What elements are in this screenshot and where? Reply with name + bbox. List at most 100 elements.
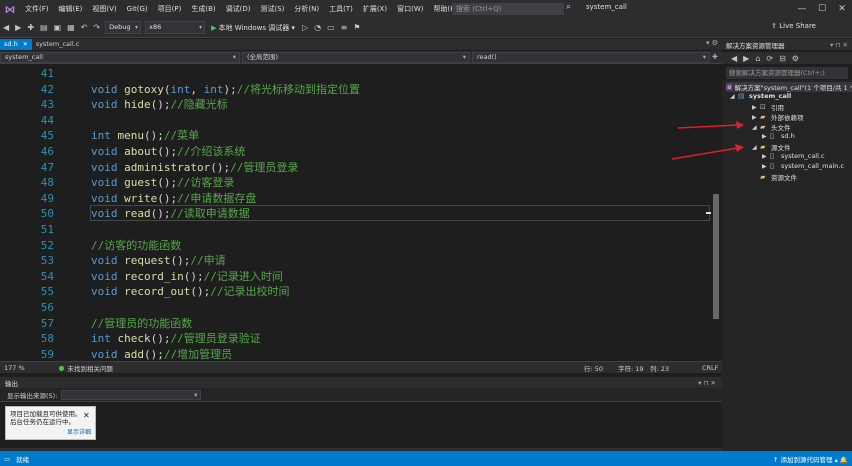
output-body[interactable] — [0, 402, 722, 448]
back-icon[interactable]: ◀ — [728, 54, 740, 63]
code-line[interactable]: void about();//介绍该系统 — [91, 144, 245, 160]
code-line[interactable]: void record_in();//记录进入时间 — [91, 269, 283, 285]
settings-icon[interactable]: ⚙ — [789, 54, 802, 63]
code-line[interactable]: void guest();//访客登录 — [91, 175, 234, 191]
close-icon[interactable]: ✕ — [832, 4, 852, 14]
tree-source-files[interactable]: ◢ ▰ 源文件 — [752, 142, 791, 152]
forward-icon[interactable]: ▶ — [12, 23, 24, 32]
eol-indicator[interactable]: CRLF — [702, 364, 718, 372]
live-share-button[interactable]: ⇪ Live Share — [771, 22, 816, 30]
bookmark-icon[interactable]: ⚑ — [350, 23, 363, 32]
menu-tools[interactable]: 工具(T) — [324, 4, 358, 14]
start-debugging-button[interactable]: ▶ 本地 Windows 调试器 ▾ — [207, 23, 299, 33]
tree-resource-files[interactable]: ▰ 资源文件 — [760, 172, 797, 182]
expanded-arrow-icon[interactable]: ◢ — [730, 93, 738, 100]
code-editor[interactable]: 41 42 void gotoxy(int, int);//将光标移动到指定位置 43… — [0, 64, 722, 361]
open-icon[interactable]: ▤ — [37, 23, 51, 32]
undo-icon[interactable]: ↶ — [78, 23, 91, 32]
code-line[interactable]: //访客的功能函数 — [91, 238, 181, 254]
folder-icon: ▰ — [760, 173, 766, 181]
zoom-level[interactable]: 177 % — [4, 364, 25, 372]
collapsed-arrow-icon[interactable]: ▶ — [762, 163, 770, 170]
expanded-arrow-icon[interactable]: ◢ — [752, 124, 760, 131]
tab-overflow-icon[interactable]: ▾ ⚙ — [706, 39, 718, 47]
run-without-debug-icon[interactable]: ▷ — [299, 23, 311, 32]
save-all-icon[interactable]: ▦ — [64, 23, 78, 32]
comment-icon[interactable]: ≡ — [338, 23, 351, 32]
tree-header-files[interactable]: ◢ ▰ 头文件 — [752, 122, 791, 132]
code-line[interactable]: void gotoxy(int, int);//将光标移动到指定位置 — [91, 82, 360, 98]
source-control-button[interactable]: ↑ 添加到源代码管理 ▴ 🔔 — [773, 454, 848, 464]
scrollbar-thumb[interactable] — [713, 194, 719, 319]
search-input[interactable]: 搜索 (Ctrl+Q) — [452, 3, 564, 15]
code-line[interactable]: //管理员的功能函数 — [91, 316, 192, 332]
search-icon[interactable]: ⌕ — [566, 2, 571, 12]
collapsed-arrow-icon[interactable]: ▶ — [752, 114, 760, 121]
menu-window[interactable]: 窗口(W) — [392, 4, 428, 14]
tab-system-call-c[interactable]: system_call.c — [32, 39, 84, 50]
code-line[interactable]: void request();//申请 — [91, 253, 226, 269]
visual-studio-logo-icon[interactable]: ⋈ — [0, 0, 20, 18]
menu-debug[interactable]: 调试(D) — [221, 4, 256, 14]
collapsed-arrow-icon[interactable]: ▶ — [752, 104, 760, 111]
menu-file[interactable]: 文件(F) — [20, 4, 54, 14]
member-dropdown[interactable]: read() ▾ — [472, 51, 710, 63]
panel-controls-icon[interactable]: ▾ ⊓ ✕ — [830, 41, 848, 49]
line-number: 53 — [40, 254, 54, 268]
new-item-icon[interactable]: ✚ — [24, 23, 37, 32]
close-icon[interactable]: ✕ — [83, 411, 90, 420]
maximize-icon[interactable]: ☐ — [812, 4, 832, 14]
forward-icon[interactable]: ▶ — [740, 54, 752, 63]
collapse-icon[interactable]: ⊟ — [776, 54, 789, 63]
code-token: (); — [190, 285, 211, 299]
back-icon[interactable]: ◀ — [0, 23, 12, 32]
redo-icon[interactable]: ↷ — [90, 23, 103, 32]
code-line[interactable]: void hide();//隐藏光标 — [91, 97, 228, 113]
menu-edit[interactable]: 编辑(E) — [54, 4, 88, 14]
performance-icon[interactable]: ◔ — [311, 23, 324, 32]
tree-project[interactable]: ◢ ▤ system_call — [730, 92, 791, 100]
collapsed-arrow-icon[interactable]: ▶ — [762, 133, 770, 140]
toast-details-link[interactable]: 显示详细 — [67, 429, 91, 437]
project-dropdown[interactable]: system_call ▾ — [0, 51, 240, 63]
code-line[interactable]: int check();//管理员登录验证 — [91, 331, 261, 347]
layout-icon[interactable]: ▭ — [324, 23, 338, 32]
tree-file-sd-h[interactable]: ▶ ▯ sd.h — [762, 132, 795, 140]
code-line[interactable]: void administrator();//管理员登录 — [91, 160, 298, 176]
code-line[interactable]: int menu();//菜单 — [91, 128, 199, 144]
sync-icon[interactable]: ⟳ — [763, 54, 776, 63]
save-icon[interactable]: ▣ — [51, 23, 65, 32]
menu-project[interactable]: 项目(P) — [153, 4, 187, 14]
collapsed-arrow-icon[interactable]: ▶ — [762, 153, 770, 160]
ready-icon: ▭ — [4, 454, 11, 463]
tree-file-system-call-c[interactable]: ▶ ▯ system_call.c — [762, 152, 825, 160]
tree-solution[interactable]: ▣ 解决方案"system_call"(1 个项目/共 1 个) — [726, 82, 852, 92]
scope-dropdown[interactable]: (全局范围) ▾ — [242, 51, 470, 63]
solution-explorer-search[interactable]: 搜索解决方案资源管理器(Ctrl+;) — [726, 67, 848, 79]
output-source-select[interactable]: ▾ — [61, 389, 202, 400]
platform-select[interactable]: x86 ▾ — [145, 21, 206, 34]
tree-external-deps[interactable]: ▶ ▰ 外部依赖项 — [752, 112, 804, 122]
menu-build[interactable]: 生成(B) — [186, 4, 220, 14]
home-icon[interactable]: ⌂ — [752, 54, 763, 63]
menu-analyze[interactable]: 分析(N) — [289, 4, 324, 14]
issues-text[interactable]: 未找到相关问题 — [67, 363, 113, 373]
tree-references[interactable]: ▶ ⊡ 引用 — [752, 102, 784, 112]
check-icon: ● — [58, 363, 65, 372]
close-tab-icon[interactable]: ✕ — [23, 39, 28, 50]
panel-controls-icon[interactable]: ▾ ⊓ ✕ — [698, 379, 716, 387]
menu-view[interactable]: 视图(V) — [87, 4, 121, 14]
split-icon[interactable]: ✚ — [712, 53, 718, 61]
menu-extensions[interactable]: 扩展(X) — [358, 4, 392, 14]
code-line[interactable]: void read();//读取申请数据 — [91, 206, 250, 222]
code-line[interactable]: void add();//增加管理员 — [91, 347, 232, 361]
code-line[interactable]: void write();//申请数据存盘 — [91, 191, 256, 207]
menu-git[interactable]: Git(G) — [122, 5, 153, 13]
configuration-select[interactable]: Debug ▾ — [105, 21, 142, 34]
menu-test[interactable]: 测试(S) — [255, 4, 289, 14]
tab-sd-h[interactable]: sd.h ✕ — [0, 39, 32, 50]
tree-file-system-call-main-c[interactable]: ▶ ▯ system_call_main.c — [762, 162, 844, 170]
code-line[interactable]: void record_out();//记录出校时间 — [91, 284, 289, 300]
minimize-icon[interactable]: — — [792, 4, 812, 14]
expanded-arrow-icon[interactable]: ◢ — [752, 144, 760, 151]
